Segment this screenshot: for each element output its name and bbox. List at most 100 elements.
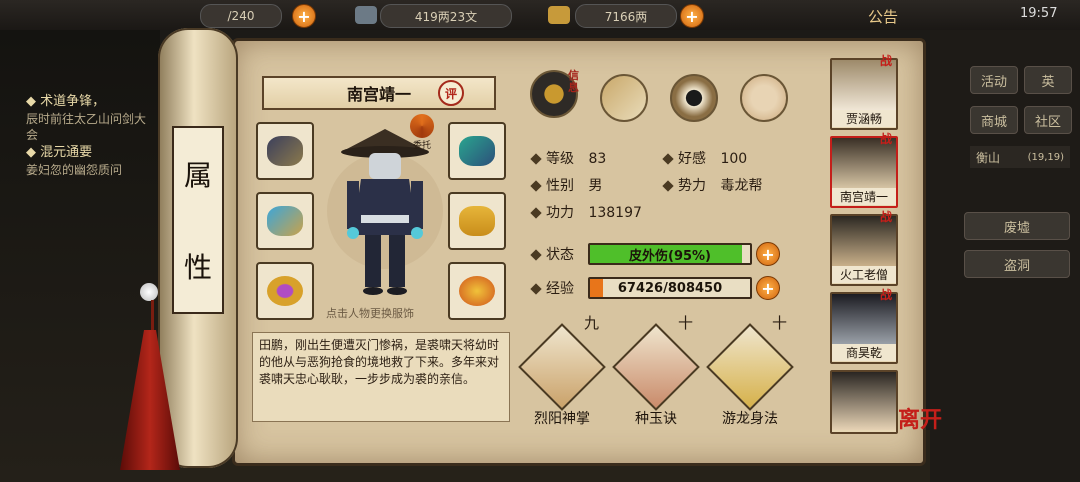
location-coords: (19,19) (1027, 151, 1064, 163)
entrust-label: 委托 (412, 141, 431, 151)
quest-title: 混元通要 (40, 145, 93, 160)
avatar (832, 372, 896, 430)
menu-button[interactable]: 英 (1024, 66, 1072, 94)
equip-slot-robe[interactable] (448, 192, 506, 250)
bracer-icon (267, 136, 303, 166)
silver-display: 7166两 (575, 4, 677, 28)
jade-bead (140, 283, 158, 301)
place-tunnel-button[interactable]: 盗洞 (964, 250, 1070, 278)
skill-level: 九 (584, 314, 600, 332)
equip-slot-bracer[interactable] (256, 122, 314, 180)
stat-level-value: 83 (588, 151, 607, 167)
skill-name: 种玉诀 (635, 411, 677, 427)
coin-icon (355, 6, 377, 24)
stat-gender-value: 男 (588, 178, 603, 194)
stat-faction-label: 势力 (678, 178, 706, 194)
place-ruins-button[interactable]: 废墟 (964, 212, 1070, 240)
skill-item[interactable]: 十 种玉诀 (612, 314, 700, 428)
entrust-button[interactable]: 委托 (408, 114, 436, 154)
character-name: 南宫靖一 (346, 85, 411, 104)
location-bar: 衡山 (19,19) (970, 146, 1070, 168)
battle-badge: 战 (880, 288, 893, 302)
stat-level-label: 等级 (546, 151, 574, 167)
robe-icon (459, 206, 495, 236)
ring-icon (267, 276, 303, 306)
roster-name: 商昊乾 (832, 344, 896, 361)
shop-button[interactable]: 商城 (970, 106, 1018, 134)
amulet-icon (267, 206, 303, 236)
exp-text: 67426/808450 (617, 280, 723, 296)
review-button[interactable]: 评 (438, 80, 464, 106)
stat-favor-value: 100 (720, 151, 748, 167)
bagua-icon[interactable] (670, 74, 718, 122)
stat-faction: 势力 毒龙帮 (662, 175, 763, 195)
stat-power: 功力 138197 (530, 202, 642, 222)
add-exp-button[interactable]: + (756, 276, 780, 300)
activity-button[interactable]: 活动 (970, 66, 1018, 94)
equip-slot-scarf[interactable] (448, 122, 506, 180)
announcement-button[interactable]: 公告 (868, 6, 898, 27)
stat-level: 等级 83 (530, 148, 607, 168)
stamina-display: /240 (200, 4, 282, 28)
tab-char: 性 (183, 251, 212, 284)
exp-label: 经验 (546, 281, 574, 297)
status-bar: 皮外伤(95%) (588, 243, 752, 265)
quest-desc: 辰时前往太乙山问剑大会 (26, 112, 147, 142)
change-outfit-hint: 点击人物更换服饰 (326, 307, 414, 320)
scarf-icon (459, 136, 495, 166)
status-text: 皮外伤(95%) (629, 248, 711, 264)
silver-icon (548, 6, 570, 24)
belt-icon (459, 276, 495, 306)
stat-power-value: 138197 (588, 205, 642, 221)
leave-button[interactable]: 离开 (898, 402, 942, 434)
battle-badge: 战 (880, 210, 893, 224)
stamina-value: /240 (227, 9, 255, 23)
equip-slot-belt[interactable] (448, 262, 506, 320)
skill-level: 十 (772, 314, 788, 332)
info-tab-label: 信息 (568, 69, 579, 94)
meridian-icon[interactable] (740, 74, 788, 122)
skill-name: 烈阳神掌 (534, 411, 590, 427)
skill-item[interactable]: 九 烈阳神掌 (518, 314, 606, 428)
quest-item[interactable]: ◆ 混元通要 (26, 143, 156, 162)
quest-item[interactable]: ◆ 术道争锋， (26, 92, 156, 111)
equip-slot-ring[interactable] (256, 262, 314, 320)
coins-display: 419两23文 (380, 4, 512, 28)
add-silver-button[interactable]: + (680, 4, 704, 28)
skill-scroll-icon (612, 323, 700, 411)
quest-title: 术道争锋， (40, 94, 106, 109)
roster-name: 贾涵畅 (832, 110, 896, 127)
battle-badge: 战 (880, 132, 893, 146)
stat-gender: 性别 男 (530, 175, 603, 195)
stat-power-label: 功力 (546, 205, 574, 221)
character-bio: 田鹏，刚出生便遭灭门惨祸，是裘啸天将幼时的他从与恶狗抢食的境地救了下来。多年来对… (252, 332, 510, 422)
stat-gender-label: 性别 (546, 178, 574, 194)
quest-desc: 姜妇忽的幽怨质问 (26, 163, 123, 177)
skill-item[interactable]: 十 游龙身法 (706, 314, 794, 428)
add-stamina-button[interactable]: + (292, 4, 316, 28)
skill-level: 十 (678, 314, 694, 332)
community-button[interactable]: 社区 (1024, 106, 1072, 134)
heal-button[interactable]: + (756, 242, 780, 266)
top-resource-bar (0, 0, 1080, 30)
attributes-tab[interactable]: 属 性 (172, 126, 224, 314)
stat-faction-value: 毒龙帮 (720, 178, 763, 194)
location-name: 衡山 (976, 150, 1001, 165)
coins-value: 419两23文 (414, 9, 478, 24)
skill-book-icon (518, 323, 606, 411)
status-row: 状态 (530, 244, 574, 264)
skill-name: 游龙身法 (722, 411, 778, 427)
roster-card[interactable] (830, 370, 898, 434)
status-label: 状态 (546, 247, 574, 263)
exp-row: 经验 (530, 278, 574, 298)
quest-list: ◆ 术道争锋， 辰时前往太乙山问剑大会 ◆ 混元通要 姜妇忽的幽怨质问 (26, 92, 156, 178)
battle-badge: 战 (880, 54, 893, 68)
roster-name: 火工老僧 (832, 266, 896, 283)
tab-char: 属 (183, 159, 212, 192)
silver-value: 7166两 (604, 9, 648, 24)
entrust-icon (410, 114, 434, 138)
map-icon[interactable] (600, 74, 648, 122)
equip-slot-amulet[interactable] (256, 192, 314, 250)
exp-bar: 67426/808450 (588, 277, 752, 299)
roster-name: 南宫靖一 (832, 188, 896, 205)
